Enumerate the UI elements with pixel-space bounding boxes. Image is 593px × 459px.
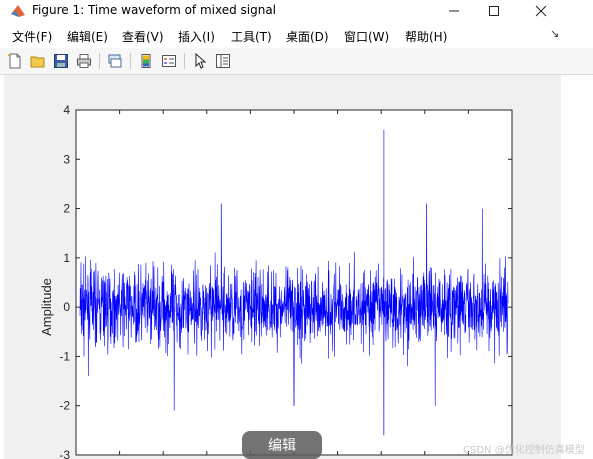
close-button[interactable] [518,0,564,22]
menu-help[interactable]: 帮助(H) [405,28,447,45]
maximize-icon [489,6,499,16]
open-folder-icon[interactable] [28,51,48,71]
toolbar-separator [130,53,131,69]
menu-edit[interactable]: 编辑(E) [67,28,108,45]
y-tick-label: -1 [59,349,70,363]
title-bar: Figure 1: Time waveform of mixed signal [0,0,593,22]
link-icon[interactable] [105,51,125,71]
legend-icon[interactable] [159,51,179,71]
save-icon[interactable] [51,51,71,71]
edit-overlay-button[interactable]: 编辑 [242,431,322,459]
y-axis-label: Amplitude [39,278,54,336]
y-tick-label: 1 [63,251,70,265]
matlab-icon [11,5,25,17]
close-icon [535,5,547,17]
print-icon[interactable] [74,51,94,71]
menu-view[interactable]: 查看(V) [122,28,164,45]
new-figure-icon[interactable] [5,51,25,71]
y-tick-label: 4 [63,103,70,117]
pointer-icon[interactable] [190,51,210,71]
y-tick-label: 2 [63,202,70,216]
menu-window[interactable]: 窗口(W) [344,28,389,45]
menu-tools[interactable]: 工具(T) [231,28,272,45]
watermark-text: CSDN @优化控制仿真模型 [463,445,585,456]
y-tick-label: -3 [59,448,70,459]
window-edge [561,75,593,459]
figure-canvas: -3 -2 -1 0 1 2 3 4 Amplitude [4,75,561,459]
menu-insert[interactable]: 插入(I) [178,28,215,45]
toolbar-separator [99,53,100,69]
waveform-plot: -3 -2 -1 0 1 2 3 4 Amplitude [39,103,513,459]
menu-desktop[interactable]: 桌面(D) [286,28,329,45]
toolbar [0,48,593,75]
minimize-icon [449,10,459,12]
y-tick-label: 0 [63,300,70,314]
y-tick-label: -2 [59,399,70,413]
property-editor-icon[interactable] [213,51,233,71]
y-tick-label: 3 [63,152,70,166]
menu-bar: 文件(F) 编辑(E) 查看(V) 插入(I) 工具(T) 桌面(D) 窗口(W… [0,24,593,46]
maximize-button[interactable] [471,0,517,22]
menu-overflow-icon[interactable]: ↘ [550,27,559,40]
colorbar-icon[interactable] [136,51,156,71]
window-title: Figure 1: Time waveform of mixed signal [32,3,277,17]
toolbar-separator [184,53,185,69]
menu-file[interactable]: 文件(F) [12,28,52,45]
